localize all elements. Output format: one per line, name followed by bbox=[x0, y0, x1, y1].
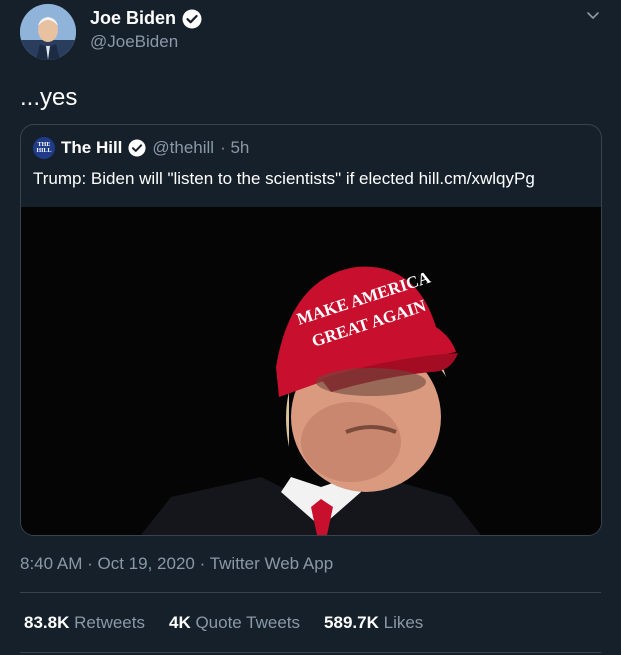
quote-tweets-stat[interactable]: 4K Quote Tweets bbox=[169, 613, 300, 633]
avatar-image bbox=[20, 4, 76, 60]
likes-stat[interactable]: 589.7K Likes bbox=[324, 613, 423, 633]
photo-trump-maga-hat: MAKE AMERICA GREAT AGAIN bbox=[21, 207, 601, 535]
chevron-down-icon[interactable] bbox=[585, 8, 601, 24]
meta-separator: · bbox=[199, 554, 206, 573]
quoted-tweet-time[interactable]: · 5h bbox=[220, 138, 249, 158]
quoted-tweet-text: Trump: Biden will "listen to the scienti… bbox=[33, 169, 535, 188]
likes-count: 589.7K bbox=[324, 613, 379, 632]
quoted-author-name[interactable]: The Hill bbox=[61, 138, 122, 158]
divider bbox=[20, 592, 601, 593]
verified-badge-icon bbox=[182, 9, 202, 28]
meta-separator: · bbox=[87, 554, 93, 573]
retweets-stat[interactable]: 83.8K Retweets bbox=[24, 613, 145, 633]
tweet-text: ...yes bbox=[20, 84, 78, 111]
tweet-source-app[interactable]: Twitter Web App bbox=[210, 554, 333, 573]
author-handle[interactable]: @JoeBiden bbox=[90, 32, 178, 52]
quoted-tweet-card[interactable]: THE HILL The Hill @thehill · 5h Trump: B… bbox=[20, 124, 602, 536]
author-name[interactable]: Joe Biden bbox=[90, 8, 176, 29]
tweet-meta: 8:40 AM · Oct 19, 2020 · Twitter Web App bbox=[20, 554, 333, 574]
retweets-count: 83.8K bbox=[24, 613, 70, 632]
tweet-stats: 83.8K Retweets 4K Quote Tweets 589.7K Li… bbox=[24, 613, 423, 633]
quoted-tweet-header: THE HILL The Hill @thehill · 5h bbox=[33, 137, 249, 159]
quote-tweets-label: Quote Tweets bbox=[195, 613, 301, 632]
the-hill-logo-icon[interactable]: THE HILL bbox=[33, 137, 55, 159]
author-name-row[interactable]: Joe Biden bbox=[90, 8, 202, 29]
author-avatar[interactable] bbox=[20, 4, 76, 60]
retweets-label: Retweets bbox=[74, 613, 145, 632]
tweet-date[interactable]: Oct 19, 2020 bbox=[98, 554, 195, 573]
verified-badge-icon bbox=[128, 139, 146, 157]
quoted-tweet-image[interactable]: MAKE AMERICA GREAT AGAIN bbox=[21, 207, 601, 535]
likes-label: Likes bbox=[383, 613, 424, 632]
divider bbox=[20, 652, 601, 653]
quote-tweets-count: 4K bbox=[168, 613, 191, 632]
quoted-author-handle[interactable]: @thehill bbox=[152, 138, 214, 158]
tweet-time[interactable]: 8:40 AM bbox=[20, 554, 82, 573]
the-hill-logo-text: THE HILL bbox=[36, 142, 52, 154]
